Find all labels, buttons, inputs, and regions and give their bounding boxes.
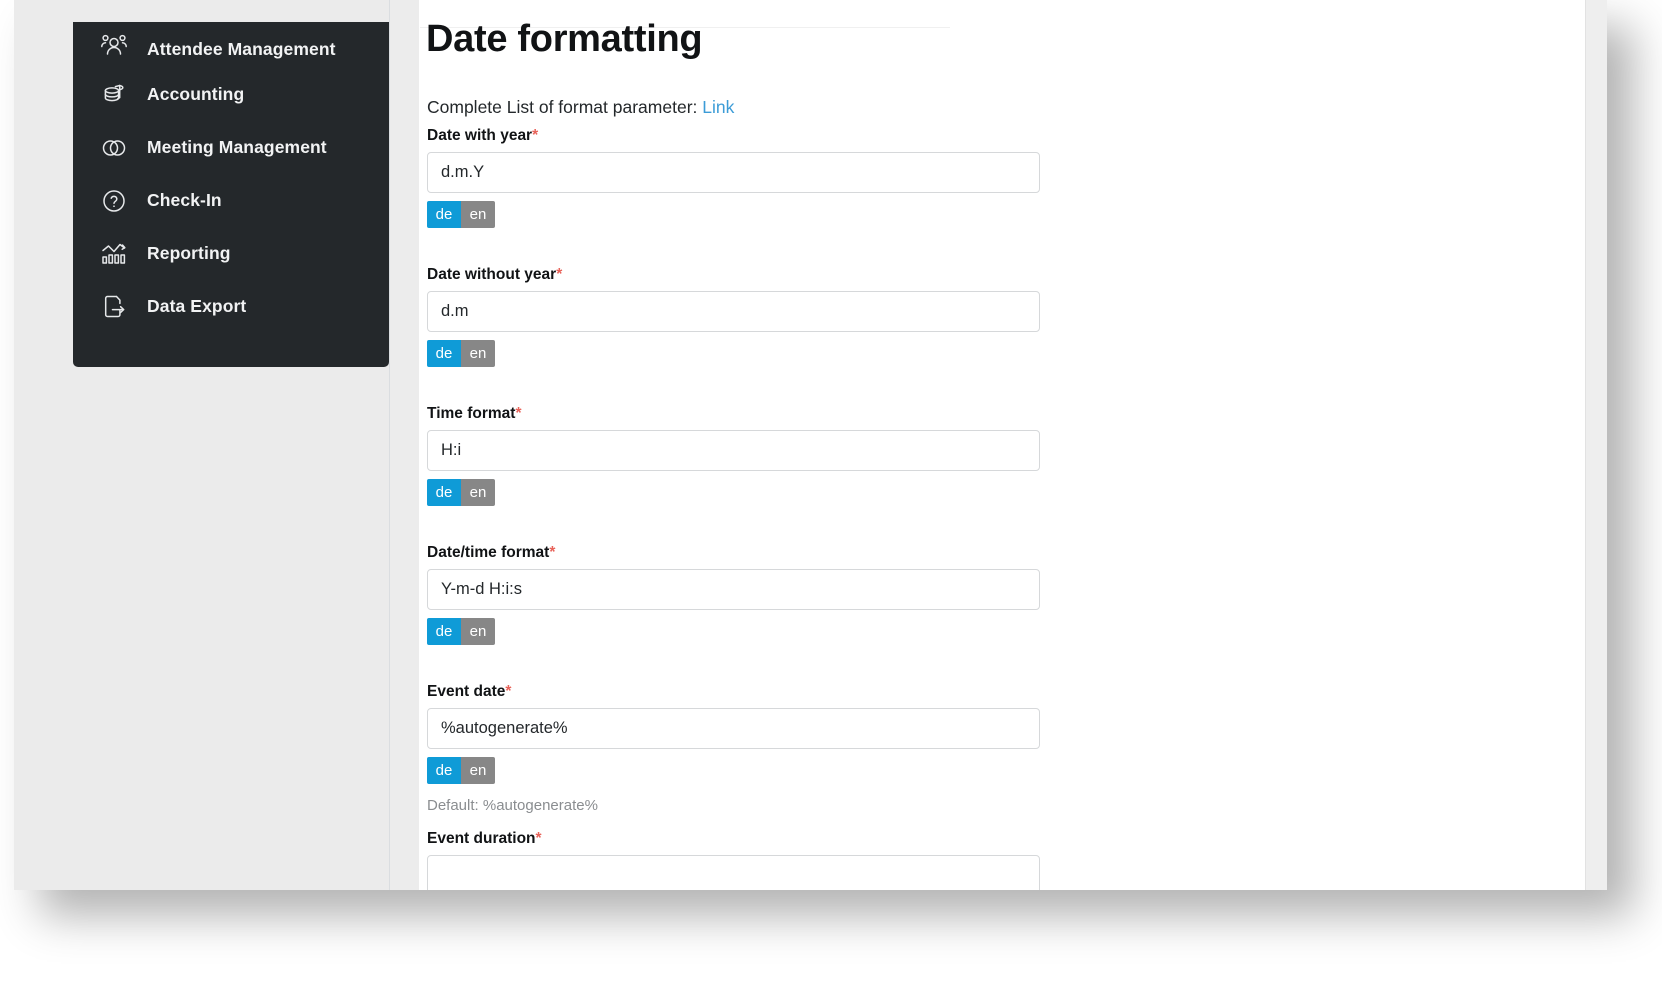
required-marker: * [549,544,556,561]
lang-button-de[interactable]: de [427,757,461,784]
language-toggle: de en [427,479,495,506]
overlapping-circles-icon [97,133,131,163]
lang-button-en[interactable]: en [461,340,495,367]
field-date-time-format: Date/time format* de en [427,544,1042,645]
vertical-scrollbar[interactable] [1585,0,1607,890]
application-window: Attendee Management Accounting Meeting M… [14,0,1607,890]
main-content-panel: Date formatting Complete List of format … [420,0,1607,890]
format-parameter-link[interactable]: Link [702,97,734,117]
bar-chart-line-icon [97,239,131,269]
sidebar-item-data-export[interactable]: Data Export [73,280,389,333]
sidebar-item-label: Meeting Management [147,137,327,157]
lang-button-de[interactable]: de [427,618,461,645]
content-gutter [389,0,419,890]
format-parameter-note: Complete List of format parameter: Link [427,97,734,118]
sidebar-item-label: Accounting [147,84,245,104]
field-time-format: Time format* de en [427,405,1042,506]
required-marker: * [532,127,539,144]
event-duration-input[interactable] [427,855,1040,890]
field-date-with-year: Date with year* de en [427,127,1042,228]
date-time-format-input[interactable] [427,569,1040,610]
language-toggle: de en [427,201,495,228]
question-circle-icon [97,186,131,216]
lang-button-de[interactable]: de [427,340,461,367]
page-title: Date formatting [426,18,703,60]
lang-button-de[interactable]: de [427,479,461,506]
sidebar-item-accounting[interactable]: Accounting [73,68,389,121]
field-label: Date without year* [427,266,563,283]
sidebar-item-label: Check-In [147,190,222,210]
sidebar-item-check-in[interactable]: Check-In [73,174,389,227]
required-marker: * [535,830,542,847]
lang-button-de[interactable]: de [427,201,461,228]
language-toggle: de en [427,618,495,645]
sidebar-item-attendee-management[interactable]: Attendee Management [73,22,389,68]
language-toggle: de en [427,757,495,784]
field-label: Event date* [427,683,512,700]
lang-button-en[interactable]: en [461,757,495,784]
sidebar-item-label: Data Export [147,296,247,316]
sidebar-item-reporting[interactable]: Reporting [73,227,389,280]
language-toggle: de en [427,340,495,367]
users-group-icon [97,30,131,60]
event-date-default-help: Default: %autogenerate% [427,797,598,814]
required-marker: * [505,683,512,700]
date-with-year-input[interactable] [427,152,1040,193]
sidebar-item-label: Attendee Management [147,39,336,59]
required-marker: * [556,266,563,283]
field-label: Date/time format* [427,544,556,561]
sidebar-navigation: Attendee Management Accounting Meeting M… [73,22,389,367]
field-event-date: Event date* de en Default: %autogenerate… [427,683,1042,814]
field-event-duration: Event duration* [427,830,1042,890]
sidebar-item-label: Reporting [147,243,231,263]
lang-button-en[interactable]: en [461,201,495,228]
time-format-input[interactable] [427,430,1040,471]
file-export-arrow-icon [97,292,131,322]
field-label: Time format* [427,405,522,422]
required-marker: * [515,405,522,422]
date-without-year-input[interactable] [427,291,1040,332]
lang-button-en[interactable]: en [461,618,495,645]
field-label: Event duration* [427,830,542,847]
lang-button-en[interactable]: en [461,479,495,506]
format-note-text: Complete List of format parameter: [427,97,698,117]
field-label: Date with year* [427,127,539,144]
field-date-without-year: Date without year* de en [427,266,1042,367]
database-stack-icon [97,80,131,110]
sidebar-item-meeting-management[interactable]: Meeting Management [73,121,389,174]
event-date-input[interactable] [427,708,1040,749]
